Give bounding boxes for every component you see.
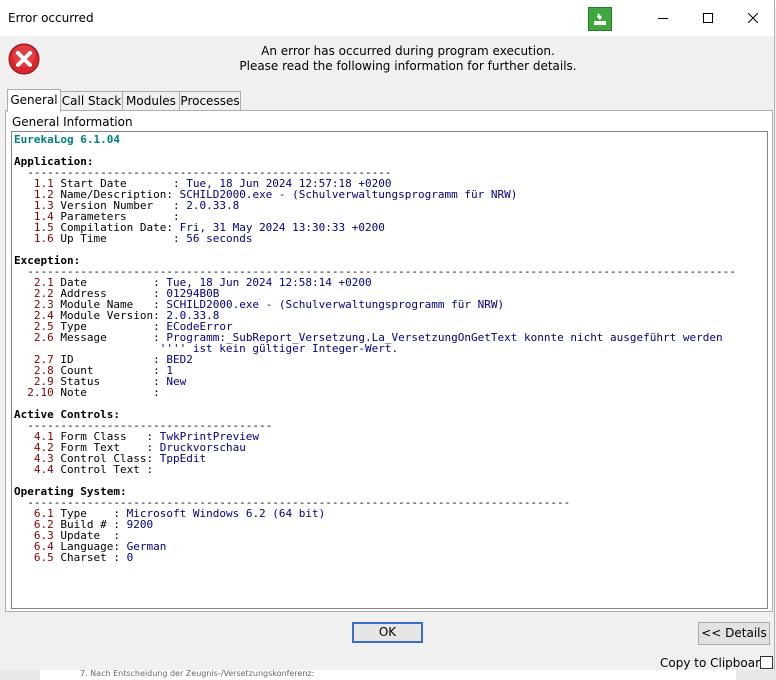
copy-to-clipboard-label: Copy to Clipboard — [660, 656, 768, 670]
close-button[interactable] — [730, 0, 776, 36]
title-bar[interactable]: Error occurred — [0, 0, 774, 36]
log-row-number: 4.4 — [27, 463, 54, 476]
copy-to-clipboard-checkbox[interactable] — [760, 656, 773, 669]
minimize-button[interactable] — [640, 0, 686, 36]
log-row-value: Microsoft Windows 6.2 (64 bit) — [126, 507, 326, 520]
log-text-area[interactable]: EurekaLog 6.1.04 Application: ----------… — [11, 131, 768, 609]
header-line-2: Please read the following information fo… — [239, 59, 577, 73]
log-row-number: 2.10 — [27, 386, 54, 399]
log-version: EurekaLog 6.1.04 — [14, 133, 120, 146]
tab-modules[interactable]: Modules — [122, 91, 180, 111]
window-title: Error occurred — [8, 11, 94, 25]
error-message-header: An error has occurred during program exe… — [40, 44, 776, 74]
maximize-button[interactable] — [685, 0, 731, 36]
log-row-number: 6.5 — [27, 551, 54, 564]
log-content: EurekaLog 6.1.04 Application: ----------… — [14, 133, 736, 564]
error-dialog: Error occurred An error has occurred dur… — [0, 0, 775, 670]
log-row-value-continued: '''' ist kein gültiger Integer-Wert. — [159, 342, 399, 355]
log-row-name: Control Text — [60, 463, 147, 476]
log-row-value: TppEdit — [159, 452, 207, 465]
log-row-value: New — [166, 375, 187, 388]
details-button[interactable]: << Details — [698, 622, 770, 645]
maximize-icon — [703, 13, 713, 23]
log-row-name: Message — [60, 331, 154, 344]
app-icon — [588, 7, 612, 31]
general-information-label: General Information — [12, 115, 133, 129]
tab-call-stack[interactable]: Call Stack — [60, 91, 123, 111]
log-row-value: 0 — [126, 551, 134, 564]
log-row-name: Charset — [60, 551, 114, 564]
header-line-1: An error has occurred during program exe… — [261, 44, 555, 58]
tab-general[interactable]: General — [7, 89, 61, 112]
error-icon — [8, 43, 40, 75]
log-row-number: 2.6 — [27, 331, 54, 344]
background-text: 7. Nach Entscheidung der Zeugnis-/Verset… — [80, 670, 315, 678]
tab-processes[interactable]: Processes — [179, 91, 241, 111]
close-icon — [748, 13, 758, 23]
minimize-icon — [658, 18, 668, 19]
log-row-value: 9200 — [126, 518, 154, 531]
log-row-name: Up Time — [60, 232, 173, 245]
general-tab-panel: General Information EurekaLog 6.1.04 App… — [5, 110, 773, 612]
background-window-bottom: 7. Nach Entscheidung der Zeugnis-/Verset… — [0, 670, 776, 680]
log-row-value: 2.0.33.8 — [186, 199, 240, 212]
ok-button[interactable]: OK — [352, 622, 423, 643]
log-row-number: 1.6 — [27, 232, 54, 245]
log-row-name: Note — [60, 386, 154, 399]
log-row-value: 56 seconds — [186, 232, 253, 245]
